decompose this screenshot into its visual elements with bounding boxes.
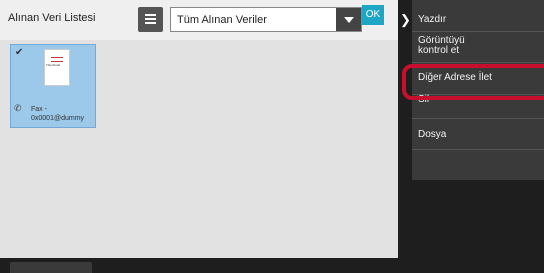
list-icon xyxy=(145,18,156,20)
menu-item-goruntuyu-kontrol-et[interactable]: Görüntüyü kontrol et xyxy=(412,32,544,63)
item-label: Fax - 0x0001@dummy xyxy=(31,106,85,122)
checkmark-icon: ✔ xyxy=(15,47,24,58)
menu-item-label: Dosya xyxy=(418,129,447,140)
list-icon xyxy=(145,14,156,16)
thumbnail-title: Thumbnail xyxy=(46,63,61,67)
menu-item-yazdir[interactable]: Yazdır xyxy=(412,0,544,32)
list-icon xyxy=(145,22,156,24)
menu-item-label: Görüntüyü kontrol et xyxy=(418,35,465,56)
page-title: Alınan Veri Listesi xyxy=(8,12,96,24)
menu-item-dosya[interactable]: Dosya xyxy=(412,119,544,150)
chevron-right-icon[interactable]: ❯ xyxy=(400,12,411,28)
top-bar: Alınan Veri Listesi Tüm Alınan Veriler xyxy=(0,0,398,40)
bottom-tab[interactable] xyxy=(10,262,92,273)
chevron-down-icon[interactable] xyxy=(336,8,361,31)
list-view-button[interactable] xyxy=(138,7,163,32)
main-panel: Alınan Veri Listesi Tüm Alınan Veriler ✔… xyxy=(0,0,398,258)
filter-dropdown[interactable]: Tüm Alınan Veriler xyxy=(170,7,362,32)
filter-value: Tüm Alınan Veriler xyxy=(177,14,267,26)
menu-item-label: Yazdır xyxy=(418,14,447,25)
received-item-tile[interactable]: ✔ Thumbnail ✆ Fax - 0x0001@dummy xyxy=(10,44,96,128)
document-thumbnail: Thumbnail xyxy=(44,49,70,86)
highlight-callout xyxy=(402,64,544,100)
fax-icon: ✆ xyxy=(14,103,22,113)
ok-button[interactable]: OK xyxy=(362,5,384,25)
